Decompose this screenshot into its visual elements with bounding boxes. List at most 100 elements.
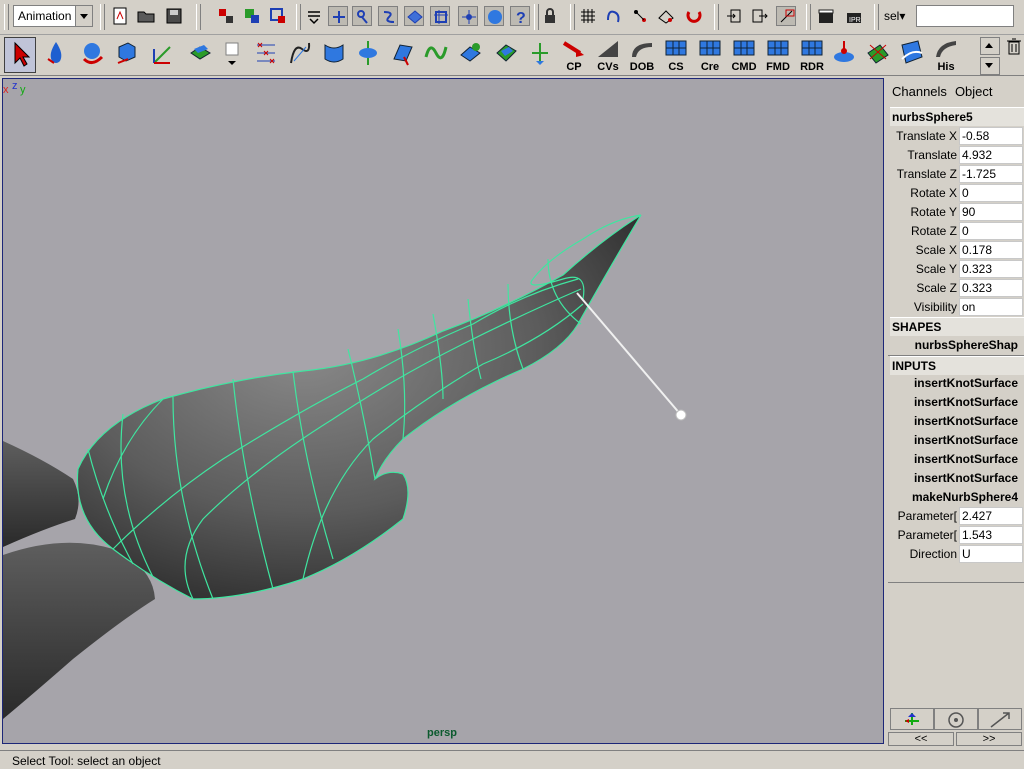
channel-row[interactable]: Translate X -0.58 <box>890 127 1024 146</box>
toolbar-handle[interactable] <box>534 4 539 30</box>
shelf-select-tool[interactable] <box>4 37 36 73</box>
snap-grid-icon[interactable] <box>578 6 598 26</box>
move-tool-button[interactable] <box>890 708 934 730</box>
shelf-cre-tool[interactable]: Cre <box>694 37 726 73</box>
input-attr-row[interactable]: Parameter[2.427 <box>890 507 1024 526</box>
shelf-cmd-tool[interactable]: CMD <box>728 37 760 73</box>
input-node[interactable]: insertKnotSurface <box>890 431 1024 450</box>
channel-row[interactable]: Rotate X0 <box>890 184 1024 203</box>
shelf-his-tool[interactable]: His <box>930 37 962 73</box>
channel-row[interactable]: Visibility on <box>890 298 1024 317</box>
viewport-scene[interactable] <box>3 79 883 743</box>
save-scene-icon[interactable] <box>164 6 184 26</box>
channel-value[interactable]: -0.58 <box>959 127 1023 145</box>
channel-row[interactable]: Scale Z 0.323 <box>890 279 1024 298</box>
leg-shape-lower[interactable] <box>3 542 155 719</box>
channel-value[interactable]: -1.725 <box>959 165 1023 183</box>
attr-value[interactable]: U <box>959 545 1023 563</box>
toolbar-handle[interactable] <box>296 4 301 30</box>
mask-deformations-icon[interactable] <box>430 6 450 26</box>
shelf-square-tool[interactable] <box>490 37 522 73</box>
input-node[interactable]: insertKnotSurface <box>890 469 1024 488</box>
toolbar-handle[interactable] <box>4 4 9 30</box>
channel-row[interactable]: Rotate Y 90 <box>890 203 1024 222</box>
shelf-paint-tool[interactable] <box>862 37 894 73</box>
input-ops-icon[interactable] <box>724 6 744 26</box>
snap-curve-icon[interactable] <box>604 6 624 26</box>
input-attr-row[interactable]: Parameter[1.543 <box>890 526 1024 545</box>
channel-value[interactable]: 0 <box>959 222 1023 240</box>
channel-value[interactable]: 90 <box>959 203 1023 221</box>
shelf-curve-tool[interactable] <box>284 37 316 73</box>
mask-joints-icon[interactable] <box>352 6 372 26</box>
nurbs-sphere-body[interactable] <box>77 215 641 599</box>
input-attr-row[interactable]: Direction U <box>890 545 1024 564</box>
mask-menu-icon[interactable] <box>304 6 324 26</box>
mask-handles-icon[interactable] <box>328 6 348 26</box>
shelf-sculpt-tool[interactable] <box>828 37 860 73</box>
shelf-loft-tool[interactable] <box>318 37 350 73</box>
mask-rendering-icon[interactable] <box>484 6 504 26</box>
shelf-hull-tool[interactable] <box>896 37 928 73</box>
menu-set-dropdown[interactable]: Animation <box>13 5 93 27</box>
shelf-normals-tool[interactable] <box>524 37 556 73</box>
object-name[interactable]: nurbsSphere5 <box>890 107 1024 126</box>
shelf-fmd-tool[interactable]: FMD <box>762 37 794 73</box>
select-object-icon[interactable] <box>242 6 262 26</box>
channel-value[interactable]: 0.323 <box>959 260 1023 278</box>
toolbar-handle[interactable] <box>806 4 811 30</box>
selection-mask-label[interactable]: sel▾ <box>884 9 905 23</box>
object-menu[interactable]: Object <box>955 84 993 99</box>
channel-value[interactable]: 0.178 <box>959 241 1023 259</box>
chevron-down-icon[interactable] <box>75 6 92 26</box>
mask-dynamics-icon[interactable] <box>458 6 478 26</box>
perspective-viewport[interactable]: x z y persp <box>2 78 884 744</box>
input-node[interactable]: insertKnotSurface <box>890 393 1024 412</box>
input-node[interactable]: insertKnotSurface <box>890 412 1024 431</box>
make-live-icon[interactable] <box>684 6 704 26</box>
channel-value[interactable]: on <box>959 298 1023 316</box>
channel-value[interactable]: 0 <box>959 184 1023 202</box>
channels-menu[interactable]: Channels <box>892 84 947 99</box>
mask-curves-icon[interactable] <box>378 6 398 26</box>
leg-shape-upper[interactable] <box>3 441 79 547</box>
attr-value[interactable]: 2.427 <box>959 507 1023 525</box>
shape-node[interactable]: nurbsSphereShap <box>890 336 1024 355</box>
shelf-knot-tool[interactable] <box>250 37 282 73</box>
shelf-scroll-up[interactable] <box>980 37 1000 55</box>
pivot-handle-point[interactable] <box>675 409 687 421</box>
shelf-cp-tool[interactable]: CP <box>558 37 590 73</box>
shelf-cvs-tool[interactable]: CVs <box>592 37 624 73</box>
snap-view-plane-icon[interactable] <box>656 6 676 26</box>
channel-row[interactable]: Rotate Z0 <box>890 222 1024 241</box>
input-node[interactable]: insertKnotSurface <box>890 450 1024 469</box>
shelf-planar-tool[interactable] <box>386 37 418 73</box>
input-node[interactable]: makeNurbSphere4 <box>890 488 1024 507</box>
select-component-icon[interactable] <box>268 6 288 26</box>
help-icon[interactable]: ? <box>510 6 530 26</box>
shelf-cs-tool[interactable]: CS <box>660 37 692 73</box>
new-scene-icon[interactable] <box>110 6 130 26</box>
shelf-transform-tool[interactable] <box>146 37 178 73</box>
lock-selection-icon[interactable] <box>540 6 560 26</box>
shelf-dob-tool[interactable]: DOB <box>626 37 658 73</box>
mask-surfaces-icon[interactable] <box>404 6 424 26</box>
shelf-wave-tool[interactable] <box>420 37 452 73</box>
ipr-render-icon[interactable]: IPR <box>844 6 864 26</box>
toolbar-handle[interactable] <box>196 4 201 30</box>
channel-row[interactable]: Scale Y 0.323 <box>890 260 1024 279</box>
output-ops-icon[interactable] <box>750 6 770 26</box>
shelf-water-tool[interactable] <box>40 37 72 73</box>
attr-value[interactable]: 1.543 <box>959 526 1023 544</box>
shelf-scroll-down[interactable] <box>980 57 1000 75</box>
shelf-rdr-tool[interactable]: RDR <box>796 37 828 73</box>
toolbar-handle[interactable] <box>570 4 575 30</box>
shelf-menu-button[interactable] <box>222 37 246 73</box>
quick-selection-input[interactable] <box>916 5 1014 27</box>
next-button[interactable]: >> <box>956 732 1022 746</box>
open-scene-icon[interactable] <box>136 6 156 26</box>
toolbar-handle[interactable] <box>874 4 879 30</box>
shelf-cube-tool[interactable] <box>110 37 142 73</box>
construction-history-icon[interactable] <box>776 6 796 26</box>
toolbar-handle[interactable] <box>100 4 105 30</box>
